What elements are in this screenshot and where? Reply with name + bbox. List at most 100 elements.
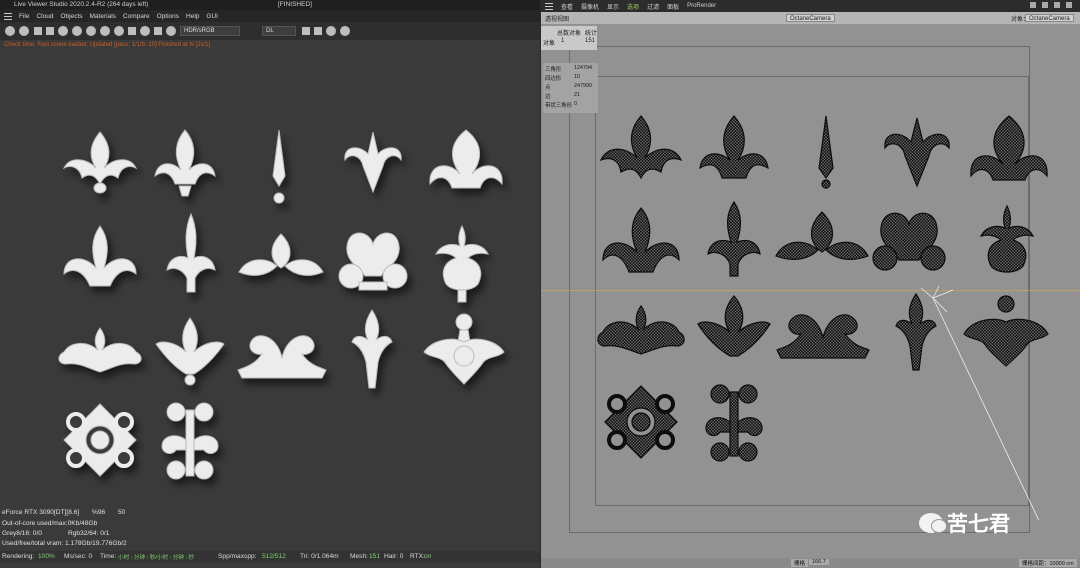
menu-cameras[interactable]: 摄像机 [581, 2, 599, 11]
menu-options[interactable]: Options [157, 13, 179, 20]
region-icon[interactable] [72, 26, 82, 36]
render-scroll-finial [344, 131, 402, 194]
menu-panel[interactable]: 面板 [667, 2, 679, 11]
view-label: 透视视图 [545, 17, 570, 23]
render-leaf-spire [351, 309, 393, 389]
output-icon[interactable] [340, 26, 350, 36]
light-icon[interactable] [140, 26, 150, 36]
toggle-layout-icon[interactable] [1066, 2, 1072, 8]
zoom-view-icon[interactable] [1042, 2, 1048, 8]
render-fleur-de-lis-3 [429, 129, 503, 189]
hud-row-label: 对象 [543, 41, 556, 47]
object-count-hud: 总数对象 统计 对象 1 151 [541, 26, 597, 50]
time-label: Time: [100, 553, 117, 560]
vram-usage: Used/free/total vram: 1.178Gb/19.776Gb/2 [2, 540, 127, 547]
render-viewport[interactable] [0, 50, 540, 520]
viewport-bottom-bar: 栅格 166.7 栅格间距：10000 cm [541, 558, 1080, 568]
wire-cross-finial [707, 200, 761, 277]
wire-scroll-column [705, 384, 763, 462]
camera-tag-right[interactable]: OctaneCamera [1025, 14, 1074, 22]
spp-value: 512/512 [262, 553, 286, 560]
menu-file[interactable]: File [19, 13, 29, 20]
viewport-nav-icons [1030, 2, 1072, 8]
lock-icon[interactable] [58, 26, 68, 36]
spp-label: Spp/maxspp: [218, 553, 257, 560]
refresh-icon[interactable] [19, 26, 29, 36]
hud-point-value: 247990 [574, 83, 592, 89]
gpu-usage: %96 [92, 509, 106, 516]
info-icon[interactable] [166, 26, 176, 36]
wire-bulb-finial [979, 204, 1035, 273]
wire-leaf-spire [895, 292, 937, 371]
render-bulb-finial [435, 224, 489, 303]
wire-fleur-de-lis-3 [970, 115, 1048, 181]
watermark-text: 苦七君 [947, 512, 1010, 536]
render-leaf-trio [238, 233, 324, 276]
live-viewer-menubar: File Cloud Objects Materials Compare Opt… [0, 10, 540, 22]
bottom-mid-value: 166.7 [809, 559, 829, 565]
grey-textures: Grey8/16: 0/0 [2, 530, 42, 537]
hud-quad-value: 10 [574, 74, 580, 80]
hamburger-icon[interactable] [545, 2, 553, 10]
clay-icon[interactable] [154, 27, 162, 35]
render-spike-finial [272, 129, 286, 204]
wire-tulip-ornament [697, 295, 771, 357]
live-viewer-title: Live Viewer Studio 2020.2.4-R2 (264 days… [14, 1, 149, 8]
menu-compare[interactable]: Compare [123, 13, 150, 20]
menu-prorender[interactable]: ProRender [687, 3, 716, 9]
wire-floral-cartouche [963, 295, 1049, 367]
rtx-value: on [424, 553, 432, 560]
grid-icon[interactable] [128, 27, 136, 35]
render-lily-ornament [63, 225, 137, 287]
render-knot-lattice [63, 403, 137, 477]
hamburger-icon[interactable] [4, 12, 12, 20]
move-view-icon[interactable] [1030, 2, 1036, 8]
ms-per-sec: Ms/sec: 0 [64, 553, 93, 560]
render-swan-scroll [237, 335, 327, 379]
menu-gui[interactable]: GUI [206, 13, 218, 20]
menu-cloud[interactable]: Cloud [36, 13, 53, 20]
render-tulip-ornament [155, 317, 225, 386]
wire-leaf-trio [775, 211, 869, 260]
rotate-view-icon[interactable] [1054, 2, 1060, 8]
live-viewer-toolbar: HDR/sRGB DL [0, 22, 540, 40]
render-scroll-column [161, 402, 219, 480]
camera-tag[interactable]: OctaneCamera [786, 14, 835, 22]
render-fleur-de-lis-2 [154, 129, 216, 197]
mesh-label: Mesh: [350, 553, 368, 560]
kernel-select[interactable]: DL [262, 26, 296, 36]
rendering-label: Rendering: [2, 553, 35, 560]
stop-icon[interactable] [34, 27, 42, 35]
menu-filter[interactable]: 过滤 [647, 2, 659, 11]
out-of-core: Out-of-core used/max:0Kb/48Gb [2, 520, 98, 527]
wireframe-viewport[interactable] [541, 100, 1080, 520]
pause-icon[interactable] [46, 27, 54, 35]
grid-spacing: 栅格间距：10000 cm [1019, 559, 1077, 567]
focus-icon[interactable] [86, 26, 96, 36]
hud-row-v2: 151 [585, 38, 596, 44]
menu-options[interactable]: 选项 [627, 2, 639, 11]
wire-fleur-de-lis-1 [599, 115, 683, 180]
wire-fleur-de-lis-2 [699, 115, 769, 179]
settings-icon[interactable] [5, 26, 15, 36]
render-acanthus-scroll [58, 327, 142, 373]
render-fleur-de-lis-1 [62, 131, 138, 194]
sphere-icon[interactable] [114, 26, 124, 36]
wire-scroll-finial [884, 117, 950, 188]
app-window: Live Viewer Studio 2020.2.4-R2 (264 days… [0, 0, 1080, 568]
camera-icon[interactable] [302, 27, 310, 35]
material-picker-icon[interactable] [100, 26, 110, 36]
watermark: 苦七君 [919, 508, 1010, 538]
menu-view[interactable]: 查看 [561, 2, 573, 11]
menu-objects[interactable]: Objects [60, 13, 82, 20]
viewport-menubar: 查看 摄像机 显示 选项 过滤 面板 ProRender [541, 0, 1080, 12]
film-icon[interactable] [314, 27, 322, 35]
render-heart-scroll [338, 232, 408, 291]
hud-col1: 总数对象 [557, 31, 582, 37]
menu-display[interactable]: 显示 [607, 2, 619, 11]
menu-materials[interactable]: Materials [90, 13, 116, 20]
export-icon[interactable] [326, 26, 336, 36]
viewport-header: 透视视图 OctaneCamera 对象： OctaneCamera [541, 12, 1080, 24]
menu-help[interactable]: Help [186, 13, 199, 20]
colorspace-select[interactable]: HDR/sRGB [180, 26, 240, 36]
